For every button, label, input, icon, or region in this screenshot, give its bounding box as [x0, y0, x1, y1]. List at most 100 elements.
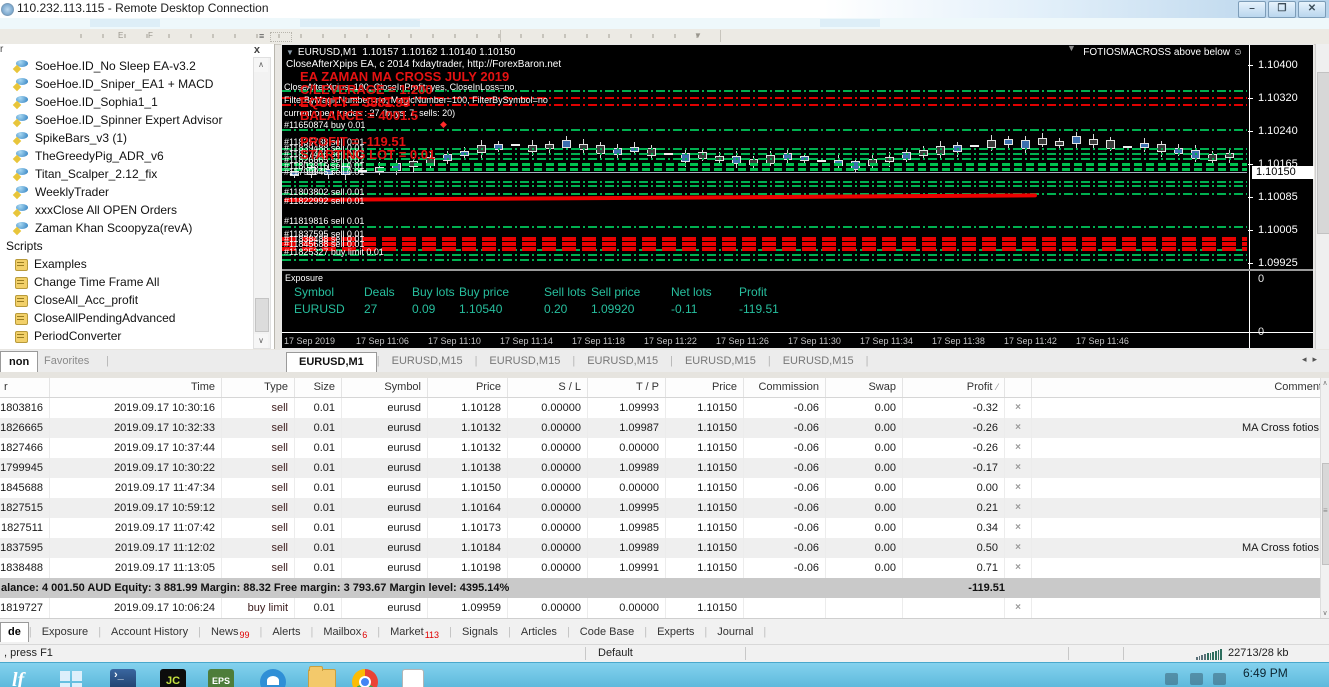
chart-tab-active[interactable]: EURUSD,M1 — [286, 351, 377, 372]
folder-icon[interactable] — [308, 666, 336, 687]
close-order-button[interactable]: × — [1005, 398, 1032, 418]
tab-scroll-arrows[interactable]: ◂▸ — [1302, 354, 1323, 365]
table-row[interactable]: 1827466 2019.09.17 10:37:44 sell 0.01 eurusd… — [0, 438, 1329, 458]
chart-scrollbar[interactable] — [1315, 44, 1329, 349]
close-order-button[interactable]: × — [1005, 438, 1032, 458]
column-header[interactable]: T / P — [588, 378, 666, 397]
tab-exposure[interactable]: Exposure — [32, 626, 98, 638]
navigator-expert-item[interactable]: xxxClose All OPEN Orders — [0, 201, 252, 219]
tab-signals[interactable]: Signals — [452, 626, 508, 638]
scroll-up-icon[interactable]: ∧ — [1321, 379, 1329, 387]
jc-app-icon[interactable]: JC — [160, 669, 186, 687]
column-header[interactable]: Profit ⁄ — [903, 378, 1005, 397]
tray-speaker-icon[interactable] — [1213, 673, 1226, 685]
mt-logo-icon[interactable]: lf — [12, 669, 38, 687]
tab-alerts[interactable]: Alerts — [262, 626, 310, 638]
chart-tab[interactable]: EURUSD,M15 — [673, 355, 768, 367]
navigator-expert-item[interactable]: Titan_Scalper_2.12_fix — [0, 165, 252, 183]
tray-keyboard-icon[interactable] — [1165, 673, 1178, 685]
tab-mailbox[interactable]: Mailbox6 — [313, 626, 377, 640]
column-header[interactable]: Comment — [1032, 378, 1329, 397]
table-row[interactable]: 1799945 2019.09.17 10:30:22 sell 0.01 eurusd… — [0, 458, 1329, 478]
close-order-button[interactable]: × — [1005, 498, 1032, 518]
close-order-button[interactable]: × — [1005, 418, 1032, 438]
document-icon[interactable] — [402, 669, 424, 687]
column-header[interactable]: Commission — [744, 378, 826, 397]
close-order-button[interactable]: × — [1005, 458, 1032, 478]
table-row[interactable]: 1803816 2019.09.17 10:30:16 sell 0.01 eurusd… — [0, 398, 1329, 418]
column-header[interactable]: Symbol — [342, 378, 428, 397]
table-row[interactable]: 1826665 2019.09.17 10:32:33 sell 0.01 eurusd… — [0, 418, 1329, 438]
navigator-expert-item[interactable]: SoeHoe.ID_Spinner Expert Advisor — [0, 111, 252, 129]
navigator-script-item[interactable]: CloseAllPendingAdvanced — [0, 309, 252, 327]
tray-network-icon[interactable] — [1190, 673, 1203, 685]
navigator-script-item[interactable]: Examples — [0, 255, 252, 273]
tab-experts[interactable]: Experts — [647, 626, 704, 638]
tab-code-base[interactable]: Code Base — [570, 626, 644, 638]
column-header[interactable]: Size — [295, 378, 342, 397]
column-header[interactable]: Swap — [826, 378, 903, 397]
navigator-close-icon[interactable]: x — [254, 44, 260, 56]
navigator-expert-item[interactable]: TheGreedyPig_ADR_v6 — [0, 147, 252, 165]
scrollbar-thumb[interactable] — [1317, 72, 1329, 234]
table-row[interactable]: 1838488 2019.09.17 11:13:05 sell 0.01 eurusd… — [0, 558, 1329, 578]
tab-account-history[interactable]: Account History — [101, 626, 198, 638]
close-order-button[interactable]: × — [1005, 518, 1032, 538]
column-header[interactable]: Price — [666, 378, 744, 397]
navigator-expert-item[interactable]: SoeHoe.ID_Sophia1_1 — [0, 93, 252, 111]
tab-journal[interactable]: Journal — [707, 626, 763, 638]
scroll-up-icon[interactable]: ∧ — [254, 58, 268, 72]
viewer-icon[interactable] — [260, 669, 286, 687]
column-header[interactable]: r — [0, 378, 50, 397]
navigator-script-item[interactable]: Change Time Frame All — [0, 273, 252, 291]
close-order-button[interactable]: × — [1005, 558, 1032, 578]
powershell-icon[interactable]: ›_ — [110, 669, 136, 687]
navigator-scrollbar[interactable]: ∧ ∨ — [253, 57, 271, 349]
chrome-icon[interactable] — [352, 669, 378, 687]
navigator-script-item[interactable]: PeriodConverter — [0, 327, 252, 345]
subwindow-separator[interactable] — [282, 269, 1313, 271]
close-button[interactable]: ✕ — [1298, 1, 1326, 18]
column-header[interactable] — [1005, 378, 1032, 397]
navigator-expert-item[interactable]: WeeklyTrader — [0, 183, 252, 201]
scrollbar-thumb[interactable] — [255, 298, 269, 332]
pending-order-row[interactable]: 1819727 2019.09.17 10:06:24 buy limit 0.01 e… — [0, 598, 1329, 618]
scroll-down-icon[interactable]: ∨ — [1321, 609, 1329, 617]
close-order-button[interactable]: × — [1005, 478, 1032, 498]
close-order-button[interactable]: × — [1005, 538, 1032, 558]
column-header[interactable]: Time — [50, 378, 222, 397]
start-icon[interactable] — [58, 669, 84, 687]
chart-tab[interactable]: EURUSD,M15 — [380, 355, 475, 367]
chart-tab[interactable]: EURUSD,M15 — [771, 355, 866, 367]
table-row[interactable]: 1827515 2019.09.17 10:59:12 sell 0.01 eurusd… — [0, 498, 1329, 518]
navigator-tab-common[interactable]: non — [0, 351, 39, 372]
scrollbar-thumb[interactable] — [1322, 463, 1329, 565]
profile-name[interactable]: Default — [598, 647, 633, 659]
terminal-scrollbar[interactable]: ∧ ∨ — [1320, 378, 1329, 618]
chart-tab[interactable]: EURUSD,M15 — [477, 355, 572, 367]
trade-table-header[interactable]: r Time Type Size Symbol Price S / LT / P Price C… — [0, 378, 1329, 398]
column-header[interactable]: Type — [222, 378, 295, 397]
navigator-expert-item[interactable]: Zaman Khan Scoopyza(revA) — [0, 219, 252, 237]
tab-news[interactable]: News99 — [201, 626, 260, 640]
restore-button[interactable]: ❐ — [1268, 1, 1296, 18]
tab-market[interactable]: Market113 — [380, 626, 449, 640]
eps-app-icon[interactable]: EPS — [208, 669, 234, 687]
close-order-button[interactable]: × — [1005, 598, 1032, 618]
table-row[interactable]: 1837595 2019.09.17 11:12:02 sell 0.01 eurusd… — [0, 538, 1329, 558]
navigator-script-item[interactable]: CloseAll_Acc_profit — [0, 291, 252, 309]
taskbar-clock[interactable]: 6:49 PM — [1243, 666, 1288, 680]
table-row[interactable]: 1845688 2019.09.17 11:47:34 sell 0.01 eurusd… — [0, 478, 1329, 498]
navigator-expert-item[interactable]: SpikeBars_v3 (1) — [0, 129, 252, 147]
tab-trade[interactable]: de — [0, 622, 29, 642]
tab-articles[interactable]: Articles — [511, 626, 567, 638]
column-header[interactable]: Price — [428, 378, 508, 397]
table-row[interactable]: 1827511 2019.09.17 11:07:42 sell 0.01 eurusd… — [0, 518, 1329, 538]
scroll-down-icon[interactable]: ∨ — [254, 334, 268, 348]
column-header[interactable]: S / L — [508, 378, 588, 397]
navigator-scripts-header[interactable]: Scripts — [0, 237, 252, 255]
chart-tab[interactable]: EURUSD,M15 — [575, 355, 670, 367]
navigator-expert-item[interactable]: SoeHoe.ID_Sniper_EA1 + MACD — [0, 75, 252, 93]
minimize-button[interactable]: – — [1238, 1, 1266, 18]
navigator-expert-item[interactable]: SoeHoe.ID_No Sleep EA-v3.2 — [0, 57, 252, 75]
